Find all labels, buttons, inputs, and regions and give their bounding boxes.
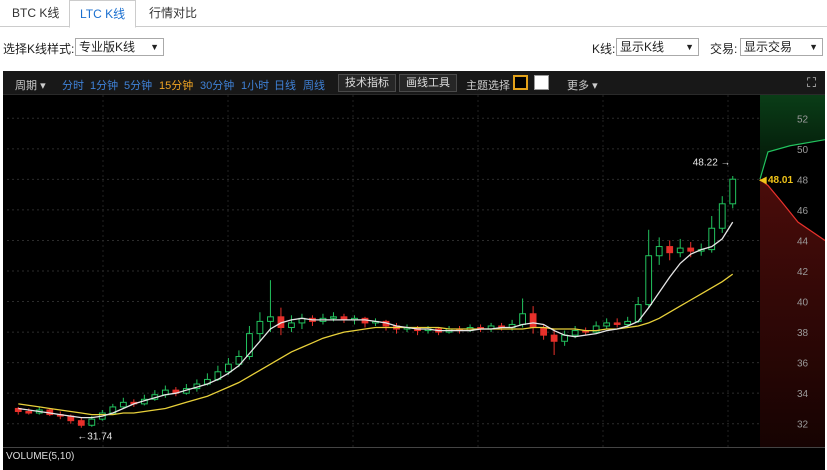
candle-body — [288, 322, 295, 329]
price-tick-label: 50 — [797, 145, 809, 156]
period-5min[interactable]: 5分钟 — [124, 77, 152, 93]
period-menu-label: 周期 — [15, 80, 37, 92]
more-menu[interactable]: 更多 ▾ — [567, 77, 598, 93]
fullscreen-icon[interactable]: ⛶ — [807, 75, 816, 91]
trade-display-value: 显示交易 — [744, 40, 793, 54]
tab-btc-kline[interactable]: BTC K线 — [2, 0, 69, 27]
trade-display-label: 交易: — [710, 42, 738, 56]
candle-body — [550, 334, 558, 342]
draw-tool-button[interactable]: 画线工具 — [399, 74, 457, 92]
candle-body — [666, 246, 674, 254]
indicator-button[interactable]: 技术指标 — [338, 74, 396, 92]
kline-display-value: 显示K线 — [620, 40, 665, 54]
ma-slow-line — [18, 273, 734, 416]
kline-tab-bar: BTC K线 LTC K线 行情对比 — [0, 0, 827, 28]
candlestick-chart[interactable]: 32 34 36 38 40 42 44 46 48 50 52 ←31.74 48.22 → ◀ 48.0… — [3, 95, 825, 447]
period-daily[interactable]: 日线 — [274, 77, 296, 93]
period-15min[interactable]: 15分钟 — [159, 77, 193, 93]
candle-body — [88, 418, 96, 426]
current-price-arrow: ◀ — [759, 175, 767, 186]
candle-body — [645, 255, 653, 306]
kline-style-select[interactable]: 专业版K线 ▼ — [75, 38, 164, 56]
theme-dark-swatch[interactable] — [513, 75, 528, 90]
period-weekly[interactable]: 周线 — [303, 77, 325, 93]
price-tick-label: 40 — [797, 298, 809, 309]
candle-body — [330, 316, 337, 319]
dropdown-arrow-icon: ▼ — [150, 42, 159, 52]
price-tick-label: 34 — [797, 389, 809, 400]
options-bar: 选择K线样式: 专业版K线 ▼ K线: 显示K线 ▼ 交易: 显示交易 ▼ — [0, 34, 827, 60]
candle-body — [77, 420, 85, 426]
price-tick-label: 42 — [797, 267, 809, 278]
tab-market-compare[interactable]: 行情对比 — [139, 0, 207, 27]
period-1min[interactable]: 1分钟 — [90, 77, 118, 93]
volume-panel: VOLUME(5,10) — [3, 447, 825, 470]
candle-body — [529, 313, 537, 329]
tab-ltc-kline[interactable]: LTC K线 — [69, 0, 137, 28]
kline-chart-panel: 周期 ▾ 分时 1分钟 5分钟 15分钟 30分钟 1小时 日线 周线 技术指标… — [3, 71, 825, 470]
chevron-down-icon: ▾ — [592, 80, 598, 92]
period-1hour[interactable]: 1小时 — [241, 77, 269, 93]
kline-style-value: 专业版K线 — [79, 40, 136, 54]
chevron-down-icon: ▾ — [40, 80, 46, 92]
kline-display-label: K线: — [592, 42, 616, 56]
theme-label: 主题选择 — [466, 80, 510, 92]
current-price-label: 48.01 — [768, 175, 793, 186]
period-30min[interactable]: 30分钟 — [200, 77, 234, 93]
more-menu-label: 更多 — [567, 80, 589, 92]
price-tick-label: 36 — [797, 359, 809, 370]
candle-body — [225, 363, 232, 373]
candle-body — [655, 246, 663, 257]
price-tick-label: 32 — [797, 420, 809, 431]
candle-body — [25, 411, 33, 414]
dropdown-arrow-icon: ▼ — [685, 42, 694, 52]
kline-style-label: 选择K线样式: — [3, 42, 75, 56]
high-price-label: 48.22 → — [693, 158, 731, 169]
candle-body — [540, 327, 548, 336]
depth-bid-area — [760, 179, 825, 447]
trade-display-select[interactable]: 显示交易 ▼ — [740, 38, 823, 56]
dropdown-arrow-icon: ▼ — [809, 42, 818, 52]
candle-body — [519, 313, 526, 325]
price-tick-label: 48 — [797, 175, 809, 186]
candle-body — [729, 178, 737, 205]
candle-body — [676, 247, 684, 254]
price-tick-label: 38 — [797, 328, 809, 339]
theme-light-swatch[interactable] — [534, 75, 549, 90]
candle-body — [119, 401, 127, 408]
kline-display-select[interactable]: 显示K线 ▼ — [616, 38, 699, 56]
price-tick-label: 44 — [797, 236, 809, 247]
candle-body — [267, 316, 274, 322]
chart-toolbar: 周期 ▾ 分时 1分钟 5分钟 15分钟 30分钟 1小时 日线 周线 技术指标… — [3, 71, 825, 95]
candle-body — [603, 322, 611, 327]
candle-body — [624, 320, 632, 325]
volume-label: VOLUME(5,10) — [6, 451, 75, 462]
price-tick-label: 52 — [797, 114, 809, 125]
low-price-label: ←31.74 — [77, 432, 112, 443]
period-menu[interactable]: 周期 ▾ — [15, 77, 46, 93]
depth-ask-area — [760, 95, 825, 180]
candle-body — [613, 322, 621, 325]
price-tick-label: 46 — [797, 206, 809, 217]
candle-body — [571, 330, 579, 336]
candle-body — [256, 320, 264, 335]
candle-body — [687, 247, 695, 252]
period-timeshare[interactable]: 分时 — [62, 77, 84, 93]
candle-body — [718, 203, 726, 229]
